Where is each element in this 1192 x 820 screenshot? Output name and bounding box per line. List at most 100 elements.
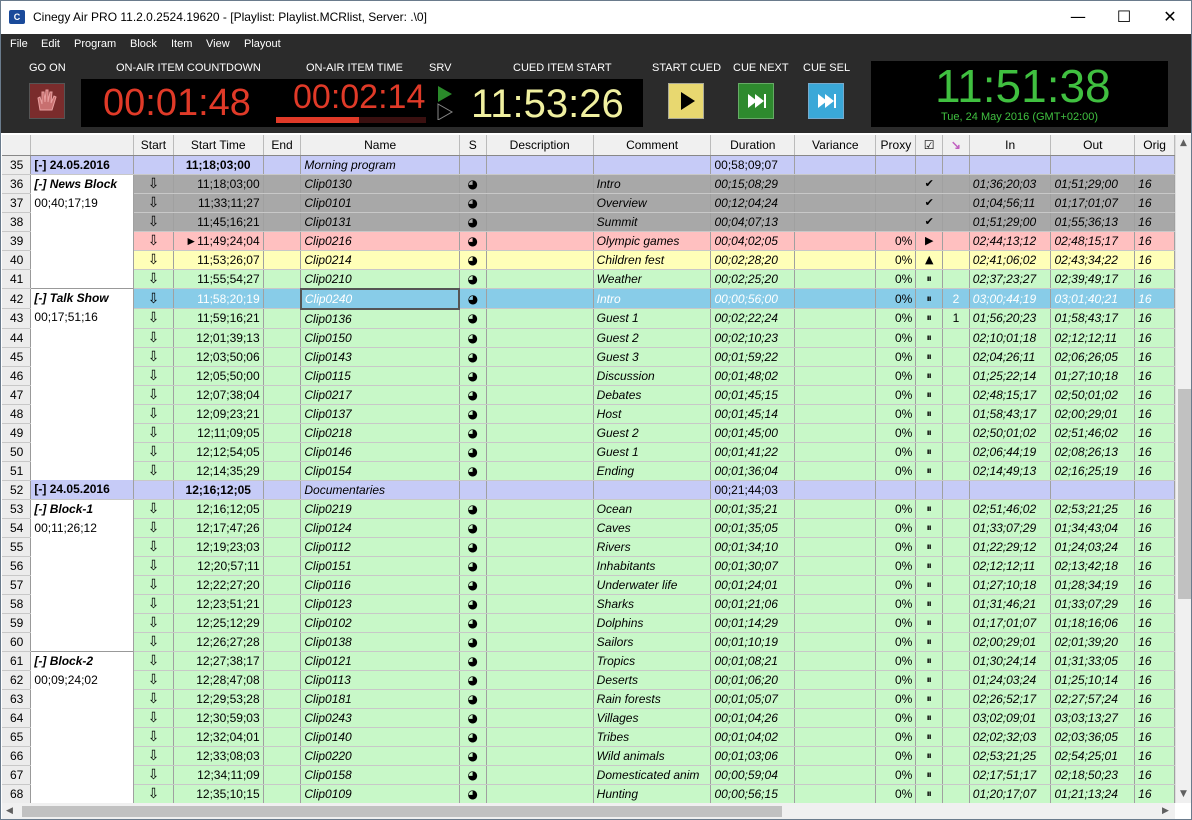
scroll-down-icon[interactable]: ▼ <box>1180 789 1187 799</box>
col-proxy-header[interactable]: Proxy <box>875 135 917 156</box>
col-rownum-header[interactable] <box>2 135 32 156</box>
table-row[interactable]: 49 ⇩ 12;11;09;05 Clip0218 ◕ Guest 2 00;01;45;0… <box>2 423 1175 443</box>
table-row[interactable]: 60 ⇩ 12;26;27;28 Clip0138 ◕ Sailors 00;01;10;1… <box>2 632 1175 652</box>
block-cell[interactable] <box>30 231 135 250</box>
block-cell[interactable] <box>30 784 135 803</box>
table-row[interactable]: 44 ⇩ 12;01;39;13 Clip0150 ◕ Guest 2 00;02;10;2… <box>2 328 1175 348</box>
program-header-row[interactable]: 52 [-] 24.05.2016 12;16;12;05 Documentaries… <box>2 480 1175 500</box>
table-row[interactable]: 47 ⇩ 12;07;38;04 Clip0217 ◕ Debates 00;01;45;1… <box>2 385 1175 405</box>
table-row[interactable]: 68 ⇩ 12;35;10;15 Clip0109 ◕ Hunting 00;00;56;1… <box>2 784 1175 803</box>
block-cell[interactable] <box>30 250 135 269</box>
vertical-scrollbar[interactable]: ▲ ▼ <box>1175 135 1191 803</box>
col-out-header[interactable]: Out <box>1050 135 1136 156</box>
table-row[interactable]: 36 [-] News Block 00;40;17;19 ⇩ 11;18;03;00 C… <box>2 173 1175 210</box>
col-description-header[interactable]: Description <box>486 135 594 156</box>
block-title[interactable]: [-] Block-1 <box>34 500 130 518</box>
table-row[interactable]: 41 ⇩ 11;55;54;27 Clip0210 ◕ Weather 00;02;25;2… <box>2 269 1175 289</box>
block-title[interactable]: [-] Block-2 <box>34 652 130 670</box>
col-start-header[interactable]: Start <box>133 135 174 156</box>
table-row[interactable]: 37 ⇩ 11;33;11;27 Clip0101 ◕ Overview 00;12;04;… <box>2 193 1175 213</box>
table-row[interactable]: 62 ⇩ 12;28;47;08 Clip0113 ◕ Deserts 00;01;06;2… <box>2 670 1175 690</box>
cue-next-button[interactable] <box>738 83 774 119</box>
table-row[interactable]: 39 ⇩ ►11;49;24;04 Clip0216 ◕ Olympic games 00;… <box>2 231 1175 251</box>
start-cued-button[interactable] <box>668 83 704 119</box>
block-cell[interactable] <box>30 385 135 404</box>
block-cell[interactable] <box>30 212 135 231</box>
block-cell[interactable] <box>30 537 135 556</box>
table-row[interactable]: 45 ⇩ 12;03;50;06 Clip0143 ◕ Guest 3 00;01;59;2… <box>2 347 1175 367</box>
scroll-right-icon[interactable]: ▶ <box>1162 806 1169 816</box>
table-row[interactable]: 56 ⇩ 12;20;57;11 Clip0151 ◕ Inhabitants 00;01;… <box>2 556 1175 576</box>
col-start-time-header[interactable]: Start Time <box>173 135 264 156</box>
table-row[interactable]: 54 ⇩ 12;17;47;26 Clip0124 ◕ Caves 00;01;35;05 0… <box>2 518 1175 538</box>
table-row[interactable]: 57 ⇩ 12;22;27;20 Clip0116 ◕ Underwater life 00… <box>2 575 1175 595</box>
block-cell[interactable]: [-] Block-2 00;09;24;02 <box>30 650 135 687</box>
block-cell[interactable] <box>30 442 135 461</box>
block-cell[interactable]: [-] Talk Show 00;17;51;16 <box>30 288 135 324</box>
go-on-button[interactable] <box>29 83 65 119</box>
table-row[interactable]: 48 ⇩ 12;09;23;21 Clip0137 ◕ Host 00;01;45;14 0%… <box>2 404 1175 424</box>
close-button[interactable]: ✕ <box>1147 1 1191 33</box>
block-cell[interactable] <box>30 423 135 442</box>
table-row[interactable]: 67 ⇩ 12;34;11;09 Clip0158 ◕ Domesticated anim… <box>2 765 1175 785</box>
table-row[interactable]: 59 ⇩ 12;25;12;29 Clip0102 ◕ Dolphins 00;01;14;… <box>2 613 1175 633</box>
table-row[interactable]: 46 ⇩ 12;05;50;00 Clip0115 ◕ Discussion 00;01;4… <box>2 366 1175 386</box>
block-cell[interactable] <box>30 708 135 727</box>
table-row[interactable]: 55 ⇩ 12;19;23;03 Clip0112 ◕ Rivers 00;01;34;10… <box>2 537 1175 557</box>
menu-view[interactable]: View <box>206 38 230 50</box>
table-row[interactable]: 51 ⇩ 12;14;35;29 Clip0154 ◕ Ending 00;01;36;04… <box>2 461 1175 481</box>
block-title[interactable]: [-] News Block <box>34 175 130 193</box>
table-row[interactable]: 40 ⇩ 11;53;26;07 Clip0214 ◕ Children fest 00;0… <box>2 250 1175 270</box>
table-row[interactable]: 50 ⇩ 12;12;54;05 Clip0146 ◕ Guest 1 00;01;41;2… <box>2 442 1175 462</box>
table-row[interactable]: 58 ⇩ 12;23;51;21 Clip0123 ◕ Sharks 00;01;21;06… <box>2 594 1175 614</box>
table-row[interactable]: 38 ⇩ 11;45;16;21 Clip0131 ◕ Summit 00;04;07;13… <box>2 212 1175 232</box>
block-cell[interactable] <box>30 613 135 632</box>
menu-block[interactable]: Block <box>130 38 157 50</box>
table-row[interactable]: 43 ⇩ 11;59;16;21 Clip0136 ◕ Guest 1 00;02;22;2… <box>2 308 1175 329</box>
minimize-button[interactable]: — <box>1055 1 1101 33</box>
menu-edit[interactable]: Edit <box>41 38 60 50</box>
col-in-header[interactable]: In <box>969 135 1052 156</box>
table-row[interactable]: 53 [-] Block-1 00;11;26;12 ⇩ 12;16;12;05 Clip… <box>2 498 1175 535</box>
col-s-header[interactable]: S <box>459 135 487 156</box>
block-cell[interactable] <box>30 366 135 385</box>
table-row[interactable]: 66 ⇩ 12;33;08;03 Clip0220 ◕ Wild animals 00;01… <box>2 746 1175 766</box>
col-comment-header[interactable]: Comment <box>593 135 712 156</box>
col-orig-header[interactable]: Orig <box>1134 135 1175 156</box>
col-variance-header[interactable]: Variance <box>794 135 877 156</box>
vertical-scroll-thumb[interactable] <box>1178 389 1191 599</box>
block-cell[interactable] <box>30 746 135 765</box>
block-cell[interactable] <box>30 556 135 575</box>
block-title[interactable]: [-] Talk Show <box>34 289 130 307</box>
block-cell[interactable] <box>30 727 135 746</box>
block-cell[interactable] <box>30 328 135 347</box>
block-cell[interactable] <box>30 765 135 784</box>
table-row[interactable]: 64 ⇩ 12;30;59;03 Clip0243 ◕ Villages 00;01;04;… <box>2 708 1175 728</box>
table-row[interactable]: 63 ⇩ 12;29;53;28 Clip0181 ◕ Rain forests 00;01… <box>2 689 1175 709</box>
menu-item[interactable]: Item <box>171 38 192 50</box>
block-cell[interactable] <box>30 461 135 480</box>
block-cell[interactable]: [-] News Block 00;40;17;19 <box>30 173 135 210</box>
cue-sel-button[interactable] <box>808 83 844 119</box>
scroll-up-icon[interactable]: ▲ <box>1180 138 1187 148</box>
table-row[interactable]: 42 [-] Talk Show 00;17;51;16 ⇩ 11;58;20;19 Cl… <box>2 287 1175 324</box>
menu-playout[interactable]: Playout <box>244 38 281 50</box>
col-select-header[interactable]: ↘ <box>942 135 970 156</box>
menu-file[interactable]: File <box>10 38 28 50</box>
col-end-header[interactable]: End <box>263 135 302 156</box>
col-block-header[interactable] <box>30 135 135 156</box>
col-name-header[interactable]: Name <box>300 135 460 156</box>
menu-program[interactable]: Program <box>74 38 116 50</box>
block-cell[interactable] <box>30 404 135 423</box>
block-cell[interactable] <box>30 594 135 613</box>
col-check-header[interactable]: ☑ <box>915 135 944 156</box>
table-row[interactable]: 61 [-] Block-2 00;09;24;02 ⇩ 12;27;38;17 Clip… <box>2 650 1175 687</box>
col-duration-header[interactable]: Duration <box>710 135 796 156</box>
maximize-button[interactable]: ☐ <box>1101 1 1147 33</box>
horizontal-scrollbar[interactable]: ◀ ▶ <box>2 803 1175 819</box>
block-cell[interactable]: [-] Block-1 00;11;26;12 <box>30 498 135 535</box>
block-cell[interactable] <box>30 689 135 708</box>
scroll-left-icon[interactable]: ◀ <box>6 806 13 816</box>
block-cell[interactable] <box>30 632 135 651</box>
block-cell[interactable] <box>30 347 135 366</box>
